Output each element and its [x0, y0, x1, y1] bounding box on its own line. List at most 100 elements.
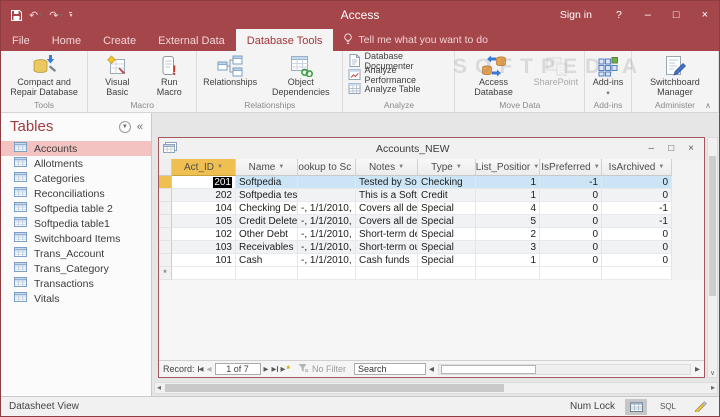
- column-header-type[interactable]: Type▼: [418, 159, 476, 176]
- ribbon-button-run-macro[interactable]: !Run Macro: [145, 53, 193, 97]
- ribbon-button-access-database[interactable]: Access Database: [458, 53, 528, 97]
- cell-list-positior[interactable]: 2: [476, 228, 540, 241]
- ribbon-button-analyze-table[interactable]: Analyze Table: [346, 82, 422, 96]
- cell-type[interactable]: Special: [418, 254, 476, 267]
- ribbon-button-visual-basic[interactable]: Visual Basic: [91, 53, 143, 97]
- cell-lookup-to-sc[interactable]: [298, 176, 356, 189]
- shutter-bar-close-button[interactable]: «: [137, 121, 143, 133]
- cell-name[interactable]: Cash: [236, 254, 298, 267]
- empty-cell[interactable]: [602, 267, 672, 280]
- cell-name[interactable]: Softpedia test: [236, 189, 298, 202]
- cell-list-positior[interactable]: 4: [476, 202, 540, 215]
- maximize-button[interactable]: □: [662, 1, 691, 29]
- column-dropdown-icon[interactable]: ▼: [533, 164, 539, 170]
- cell-act-id[interactable]: 101: [172, 254, 236, 267]
- datasheet-hscroll-thumb[interactable]: [441, 365, 536, 374]
- cell-act-id[interactable]: 103: [172, 241, 236, 254]
- workarea-vertical-scrollbar[interactable]: ∨: [707, 137, 718, 378]
- cell-notes[interactable]: Cash funds: [356, 254, 418, 267]
- cell-type[interactable]: Special: [418, 215, 476, 228]
- cell-notes[interactable]: Short-term out: [356, 241, 418, 254]
- cell-type[interactable]: Special: [418, 241, 476, 254]
- row-selector[interactable]: [159, 215, 172, 228]
- cell-name[interactable]: Credit Deleted: [236, 215, 298, 228]
- ribbon-button-analyze-performance[interactable]: Analyze Performance: [346, 68, 451, 82]
- next-record-button[interactable]: ▶: [264, 365, 269, 373]
- sidebar-item-accounts[interactable]: Accounts: [1, 141, 151, 156]
- tab-home[interactable]: Home: [41, 29, 92, 51]
- empty-cell[interactable]: [172, 267, 236, 280]
- select-all-corner[interactable]: [159, 159, 172, 176]
- filter-indicator[interactable]: No Filter: [298, 363, 346, 375]
- cell-lookup-to-sc[interactable]: -, 1/1/2010, 1/1: [298, 228, 356, 241]
- cell-type[interactable]: Credit: [418, 189, 476, 202]
- column-dropdown-icon[interactable]: ▼: [658, 164, 664, 170]
- cell-act-id[interactable]: 102: [172, 228, 236, 241]
- datasheet-scroll-right-button[interactable]: ▶: [695, 365, 700, 373]
- close-button[interactable]: ×: [691, 1, 719, 29]
- sidebar-item-switchboard-items[interactable]: Switchboard Items: [1, 231, 151, 246]
- tab-database-tools[interactable]: Database Tools: [236, 29, 334, 51]
- sidebar-item-categories[interactable]: Categories: [1, 171, 151, 186]
- datasheet-horizontal-scrollbar[interactable]: [438, 364, 691, 375]
- tab-external-data[interactable]: External Data: [147, 29, 236, 51]
- cell-type[interactable]: Checking: [418, 176, 476, 189]
- vscroll-thumb[interactable]: [709, 156, 716, 296]
- column-dropdown-icon[interactable]: ▼: [398, 164, 404, 170]
- cell-type[interactable]: Special: [418, 228, 476, 241]
- row-selector[interactable]: [159, 202, 172, 215]
- empty-cell[interactable]: [236, 267, 298, 280]
- cell-lookup-to-sc[interactable]: -, 1/1/2010, 1/1: [298, 202, 356, 215]
- cell-list-positior[interactable]: 1: [476, 254, 540, 267]
- sidebar-item-vitals[interactable]: Vitals: [1, 291, 151, 306]
- column-dropdown-icon[interactable]: ▼: [278, 164, 284, 170]
- sql-view-button[interactable]: SQL: [657, 399, 679, 415]
- cell-notes[interactable]: Tested by Softp: [356, 176, 418, 189]
- column-header-list-positior[interactable]: List_Positior▼: [476, 159, 540, 176]
- cell-name[interactable]: Softpedia: [236, 176, 298, 189]
- search-input[interactable]: [354, 363, 426, 375]
- sidebar-item-softpedia-table-2[interactable]: Softpedia table 2: [1, 201, 151, 216]
- previous-record-button[interactable]: ◀: [207, 365, 212, 373]
- cell-list-positior[interactable]: 1: [476, 189, 540, 202]
- column-header-notes[interactable]: Notes▼: [356, 159, 418, 176]
- ribbon-button-object-dependencies[interactable]: Object Dependencies: [262, 53, 339, 97]
- cell-isarchived[interactable]: 0: [602, 241, 672, 254]
- cell-ispreferred[interactable]: 0: [540, 189, 602, 202]
- column-dropdown-icon[interactable]: ▼: [456, 164, 462, 170]
- column-dropdown-icon[interactable]: ▼: [594, 164, 600, 170]
- workarea-horizontal-scrollbar[interactable]: ◂ ▸: [154, 382, 718, 394]
- new-record-selector[interactable]: *: [159, 267, 172, 280]
- cell-ispreferred[interactable]: 0: [540, 254, 602, 267]
- column-header-isarchived[interactable]: IsArchived▼: [602, 159, 672, 176]
- empty-cell[interactable]: [418, 267, 476, 280]
- cell-act-id[interactable]: 201: [172, 176, 236, 189]
- tab-create[interactable]: Create: [92, 29, 147, 51]
- empty-cell[interactable]: [298, 267, 356, 280]
- ribbon-button-sharepoint[interactable]: SharePoint: [531, 53, 582, 87]
- row-selector[interactable]: [159, 241, 172, 254]
- minimize-button[interactable]: –: [634, 1, 662, 29]
- cell-isarchived[interactable]: 0: [602, 228, 672, 241]
- cell-name[interactable]: Other Debt: [236, 228, 298, 241]
- help-button[interactable]: ?: [604, 1, 634, 29]
- cell-notes[interactable]: Short-term deb: [356, 228, 418, 241]
- scroll-down-icon[interactable]: ∨: [708, 369, 717, 377]
- empty-cell[interactable]: [540, 267, 602, 280]
- column-header-name[interactable]: Name▼: [236, 159, 298, 176]
- cell-name[interactable]: Checking Delet: [236, 202, 298, 215]
- sidebar-item-trans-category[interactable]: Trans_Category: [1, 261, 151, 276]
- scroll-right-icon[interactable]: ▸: [711, 384, 715, 392]
- ribbon-button-compact-and-repair-database[interactable]: Compact and Repair Database: [4, 53, 84, 97]
- cell-notes[interactable]: Covers all dele: [356, 202, 418, 215]
- hscroll-thumb[interactable]: [165, 384, 504, 392]
- cell-name[interactable]: Receivables: [236, 241, 298, 254]
- cell-ispreferred[interactable]: 0: [540, 228, 602, 241]
- scroll-left-icon[interactable]: ◂: [157, 384, 161, 392]
- navigation-pane-menu-button[interactable]: ▼: [119, 121, 131, 133]
- row-selector[interactable]: [159, 254, 172, 267]
- doc-close-button[interactable]: ×: [688, 143, 694, 154]
- sidebar-item-reconciliations[interactable]: Reconciliations: [1, 186, 151, 201]
- cell-notes[interactable]: This is a Softpe: [356, 189, 418, 202]
- cell-ispreferred[interactable]: 0: [540, 215, 602, 228]
